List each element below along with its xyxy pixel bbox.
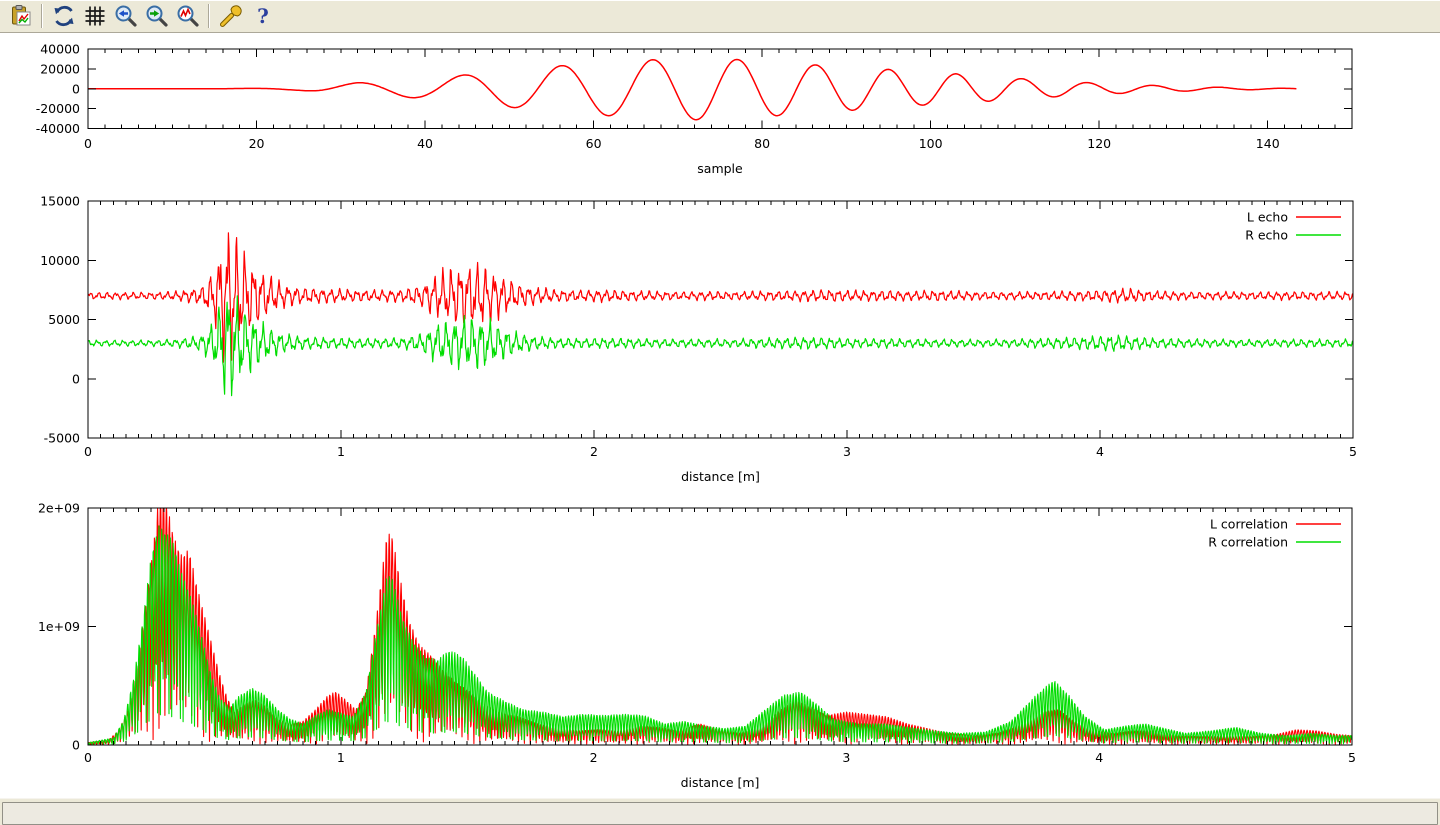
echo-chart[interactable]: 0 1 2 3 4 5 15000 10000 5000 0 -5000 distance [m] L … [0,193,1440,496]
status-bar-container [0,798,1440,825]
configure-button[interactable] [216,2,245,30]
series-l-correlation [88,500,1352,745]
zoom-next-button[interactable] [142,2,171,30]
x-tick-label: 3 [842,750,850,765]
magnifier-right-arrow-icon [145,4,169,28]
x-tick-label: 2 [590,444,598,459]
y-tick-label: 20000 [40,61,80,76]
legend-entry: R echo [1245,228,1341,243]
y-tick-label: 5000 [48,312,80,327]
svg-text:?: ? [257,4,269,28]
legend-entry: L echo [1247,210,1341,225]
y-tick-label: 40000 [40,42,80,57]
toolbar-separator [41,4,43,28]
correlation-chart[interactable]: 0 1 2 3 4 5 2e+09 1e+09 0 distance [m] L correlati… [0,500,1440,796]
x-tick-label: 140 [1256,136,1280,151]
series-pulse [88,60,1296,120]
y-tick-label: 0 [72,81,80,96]
autoscale-button[interactable] [173,2,202,30]
legend-entry: R correlation [1208,535,1341,550]
series-r-correlation [88,526,1352,745]
y-tick-label: 10000 [40,253,80,268]
legend: L correlation R correlation [1208,517,1341,550]
help-button[interactable]: ? [247,2,276,30]
x-tick-label: 5 [1349,444,1357,459]
series-group [88,60,1296,120]
y-tick-label: -40000 [36,121,80,136]
x-tick-label: 40 [417,136,433,151]
x-tick-label: 4 [1095,750,1103,765]
y-tick-label: 0 [72,371,80,386]
copy-to-clipboard-button[interactable] [6,2,35,30]
y-tick-label: 1e+09 [38,619,80,634]
x-tick-label: 100 [919,136,943,151]
grid-icon [83,4,107,28]
series-group [88,233,1353,396]
x-tick-label: 3 [843,444,851,459]
axes [88,201,1353,438]
legend: L echo R echo [1245,210,1341,243]
plot-window: ? 02040608010012014040000200000-20000-40… [0,0,1440,825]
y-tick-label: -20000 [36,101,80,116]
x-tick-label: 0 [84,444,92,459]
series-r-echo [88,296,1353,396]
question-mark-icon: ? [250,4,274,28]
clipboard-plot-icon [9,4,33,28]
tick-labels: 0 1 2 3 4 5 2e+09 1e+09 0 distance [m] [38,501,1356,791]
x-tick-label: 4 [1096,444,1104,459]
toggle-grid-button[interactable] [80,2,109,30]
legend-label: L correlation [1210,517,1288,532]
legend-label: L echo [1247,210,1288,225]
x-axis-label: sample [697,161,743,176]
toolbar: ? [0,0,1440,33]
zoom-previous-button[interactable] [111,2,140,30]
plot-canvas: 02040608010012014040000200000-20000-4000… [0,34,1440,798]
x-tick-label: 20 [249,136,265,151]
x-tick-label: 5 [1348,750,1356,765]
y-tick-label: 0 [72,738,80,753]
magnifier-plot-icon [176,4,200,28]
wrench-icon [219,4,243,28]
legend-label: R correlation [1208,535,1288,550]
y-tick-label: 2e+09 [38,501,80,516]
y-tick-label: -5000 [44,431,80,446]
x-tick-label: 2 [590,750,598,765]
magnifier-left-arrow-icon [114,4,138,28]
status-bar [2,802,1438,825]
x-tick-label: 1 [337,750,345,765]
x-tick-label: 60 [586,136,602,151]
x-tick-label: 80 [754,136,770,151]
x-axis-label: distance [m] [681,469,760,484]
refresh-icon [52,4,76,28]
x-tick-label: 0 [84,136,92,151]
x-tick-label: 0 [84,750,92,765]
axes [88,508,1352,745]
legend-entry: L correlation [1210,517,1341,532]
pulse-chart[interactable]: 0 20 40 60 80 100 120 140 40000 20000 0 -20000 -4000… [0,36,1440,190]
toolbar-separator [208,4,210,28]
y-tick-label: 15000 [40,194,80,209]
legend-label: R echo [1245,228,1288,243]
x-tick-label: 1 [337,444,345,459]
x-axis-label: distance [m] [681,775,760,790]
series-group [88,500,1352,745]
x-tick-label: 120 [1087,136,1111,151]
replot-button[interactable] [49,2,78,30]
